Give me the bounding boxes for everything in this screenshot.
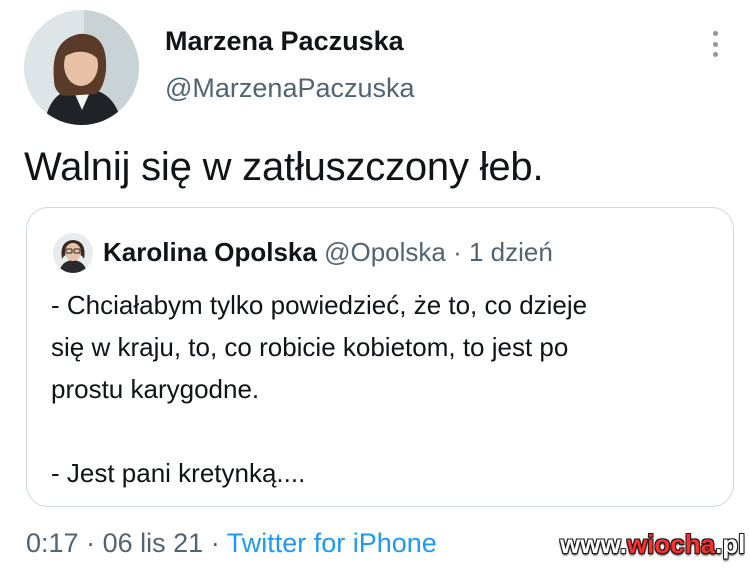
footer-separator: · (86, 528, 96, 558)
footer-separator: · (210, 528, 220, 558)
watermark-brand: wiocha (626, 529, 716, 559)
tweet-source-link[interactable]: Twitter for iPhone (227, 528, 437, 558)
tweet-footer: 0:17 · 06 lis 21 · Twitter for iPhone (26, 528, 437, 559)
watermark-suffix: .pl (715, 529, 746, 559)
tweet-time[interactable]: 0:17 (26, 528, 79, 558)
quoted-time[interactable]: 1 dzień (469, 237, 553, 267)
watermark-prefix: www. (560, 529, 627, 559)
quoted-line: - Chciałabym tylko powiedzieć, że to, co… (51, 290, 588, 320)
quoted-line: się w kraju, to, co robicie kobietom, to… (51, 332, 569, 362)
quoted-author-handle[interactable]: @Opolska (324, 237, 446, 267)
quoted-tweet-body: - Chciałabym tylko powiedzieć, że to, co… (51, 284, 711, 494)
author-name[interactable]: Marzena Paczuska (165, 26, 404, 57)
quoted-author-name[interactable]: Karolina Opolska (103, 237, 317, 267)
more-vertical-icon[interactable] (705, 27, 725, 61)
quoted-author-avatar (53, 233, 93, 273)
author-photo (24, 10, 139, 125)
author-avatar[interactable] (24, 10, 139, 125)
tweet-date[interactable]: 06 lis 21 (103, 528, 204, 558)
site-watermark: www.wiocha.pl (560, 529, 745, 560)
quoted-tweet-card[interactable]: Karolina Opolska @Opolska · 1 dzień - Ch… (26, 207, 734, 507)
quoted-line: prostu karygodne. (51, 374, 260, 404)
quoted-line: - Jest pani kretynką.... (51, 458, 306, 488)
tweet-text: Walnij się w zatłuszczony łeb. (24, 145, 544, 189)
author-handle[interactable]: @MarzenaPaczuska (165, 73, 415, 104)
quoted-separator: · (453, 237, 462, 267)
quoted-tweet-header: Karolina Opolska @Opolska · 1 dzień (103, 237, 553, 268)
quoted-author-photo (53, 233, 93, 273)
